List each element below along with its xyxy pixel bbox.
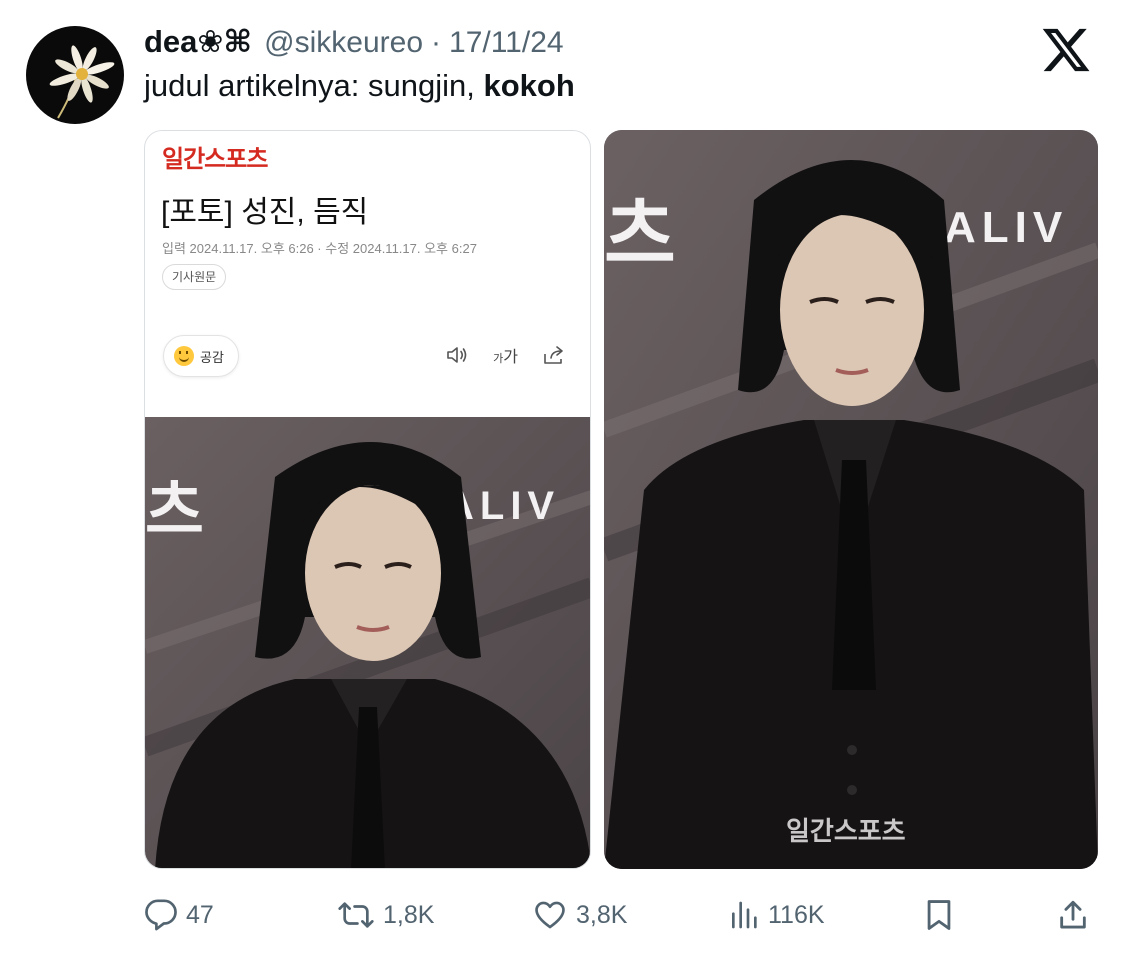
watermark: 일간스포츠 xyxy=(786,817,906,847)
font-size-icon: 가가 xyxy=(493,343,518,367)
views-button[interactable]: 116K xyxy=(728,888,825,942)
backdrop-sign-left: 츠 xyxy=(145,475,204,549)
repost-button[interactable]: 1,8K xyxy=(337,888,434,942)
repost-icon xyxy=(338,902,374,928)
tweet-text: judul artikelnya: sungjin, kokoh xyxy=(144,68,575,104)
font-size-large-label: 가 xyxy=(503,349,518,366)
separator-dot: · xyxy=(431,26,442,59)
share-icon xyxy=(1060,900,1086,929)
media-image-photo[interactable]: 츠 ALIV 일간스포츠 xyxy=(604,130,1098,869)
smiley-icon xyxy=(174,346,194,366)
reply-icon xyxy=(145,899,177,931)
backdrop-sign-left: 츠 xyxy=(604,191,676,281)
speaker-icon xyxy=(447,347,467,363)
article-title: [포토] 성진, 듬직 xyxy=(161,196,369,229)
press-brand-logo: 일간스포츠 xyxy=(162,146,268,173)
media-image-article-screenshot[interactable]: 일간스포츠 [포토] 성진, 듬직 입력 2024.11.17. 오후 6:26… xyxy=(144,130,591,869)
tweet-actions: 47 1,8K 3,8K 116K xyxy=(144,888,1098,942)
like-reaction-button: 공감 xyxy=(163,335,239,377)
reply-count: 47 xyxy=(186,900,214,929)
repost-count: 1,8K xyxy=(383,900,435,929)
reply-button[interactable]: 47 xyxy=(144,888,214,942)
like-button[interactable]: 3,8K xyxy=(532,888,627,942)
tweet-header: dea❀⌘ @sikkeureo · 17/11/24 xyxy=(144,24,564,60)
backdrop-sign-right: ALIV xyxy=(944,203,1068,252)
display-name[interactable]: dea❀⌘ xyxy=(144,24,252,60)
views-chart-icon xyxy=(732,901,757,929)
article-meta: 입력 2024.11.17. 오후 6:26 · 수정 2024.11.17. … xyxy=(162,241,477,256)
user-handle[interactable]: @sikkeureo xyxy=(264,26,423,60)
view-count: 116K xyxy=(768,900,825,929)
share-button[interactable] xyxy=(1056,888,1090,942)
like-count: 3,8K xyxy=(576,900,628,929)
x-logo-icon[interactable] xyxy=(1040,24,1092,76)
like-reaction-label: 공감 xyxy=(200,349,224,365)
portrait-photo: 츠 ALIV 일간스포츠 xyxy=(604,130,1098,869)
tweet-media: 일간스포츠 [포토] 성진, 듬직 입력 2024.11.17. 오후 6:26… xyxy=(144,130,1098,869)
heart-icon xyxy=(535,901,565,929)
source-chip: 기사원문 xyxy=(162,264,227,290)
bookmark-button[interactable] xyxy=(922,888,956,942)
article-share-icon xyxy=(544,346,563,364)
avatar[interactable] xyxy=(26,26,124,124)
tweet-text-plain: judul artikelnya: sungjin, xyxy=(144,68,484,103)
font-size-small-label: 가 xyxy=(493,353,504,365)
tweet-text-bold: kokoh xyxy=(483,68,575,103)
article-photo: 츠 ALIV xyxy=(145,417,590,868)
article-tools: 가가 xyxy=(445,343,566,367)
tweet-date[interactable]: 17/11/24 xyxy=(449,26,564,60)
daisy-flower-icon xyxy=(49,45,115,119)
bookmark-icon xyxy=(927,900,951,930)
